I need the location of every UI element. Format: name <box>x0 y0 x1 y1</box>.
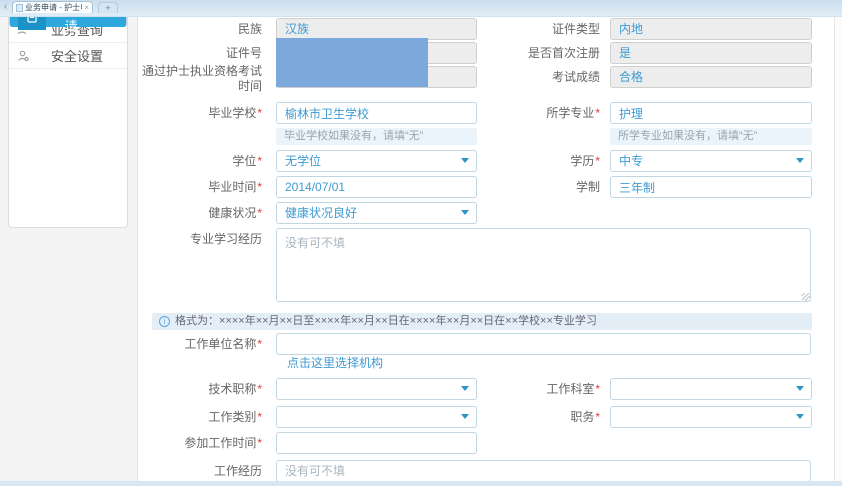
degree-select[interactable]: 无学位 <box>276 150 477 172</box>
health-label: 健康状况* <box>140 206 262 221</box>
work-unit-input[interactable] <box>276 333 811 355</box>
sidebar-item-label: 业务申请 <box>46 17 106 37</box>
health-select[interactable]: 健康状况良好 <box>276 202 477 224</box>
work-start-label: 参加工作时间* <box>140 436 262 451</box>
school-system-input[interactable] <box>610 176 812 198</box>
study-exp-label: 专业学习经历 <box>140 232 262 247</box>
work-exp-label: 工作经历 <box>140 464 262 479</box>
exam-time-label: 通过护士执业资格考试时间 <box>140 64 262 94</box>
study-exp-textarea[interactable] <box>276 228 811 302</box>
chevron-down-icon <box>796 414 804 419</box>
grad-school-hint: 毕业学校如果没有，请填“无” <box>276 128 477 145</box>
work-unit-label: 工作单位名称* <box>140 337 262 352</box>
work-exp-input[interactable] <box>276 460 811 482</box>
chevron-down-icon <box>796 386 804 391</box>
work-category-label: 工作类别* <box>140 410 262 425</box>
tab-scroll-left-icon[interactable]: ‹ <box>1 1 10 12</box>
person-icon <box>9 43 37 69</box>
education-label: 学历* <box>478 154 600 169</box>
format-tip-text: 格式为：××××年××月××日至××××年××月××日在××××年××月××日在… <box>175 313 597 330</box>
major-label: 所学专业* <box>478 106 600 121</box>
exam-result-label: 考试成绩 <box>478 70 600 85</box>
info-icon: i <box>159 316 170 327</box>
grad-date-label: 毕业时间* <box>140 180 262 195</box>
grad-school-label: 毕业学校* <box>140 106 262 121</box>
chevron-down-icon <box>461 210 469 215</box>
cert-no-label: 证件号 <box>140 46 262 61</box>
sidebar-item-label: 安全设置 <box>37 46 127 65</box>
major-hint: 所学专业如果没有，请填“无” <box>610 128 812 145</box>
duty-select[interactable] <box>610 406 812 428</box>
nationality-field: 汉族 <box>276 18 477 40</box>
left-rail: 业务申请 业务查询 安全设置 <box>0 17 138 486</box>
degree-label: 学位* <box>140 154 262 169</box>
first-reg-label: 是否首次注册 <box>478 46 600 61</box>
duty-label: 职务* <box>478 410 600 425</box>
form-icon <box>18 17 46 30</box>
chevron-down-icon <box>461 386 469 391</box>
new-tab-button[interactable]: + <box>98 2 118 13</box>
grad-school-input[interactable] <box>276 102 477 124</box>
nationality-label: 民族 <box>140 22 262 37</box>
format-tip-bar: i 格式为：××××年××月××日至××××年××月××日在××××年××月××… <box>152 313 812 330</box>
school-system-label: 学制 <box>478 180 600 195</box>
first-reg-field: 是 <box>610 42 812 64</box>
choose-org-link[interactable]: 点击这里选择机构 <box>287 354 383 371</box>
sidebar: 业务申请 业务查询 安全设置 <box>8 17 128 228</box>
cert-type-field: 内地 <box>610 18 812 40</box>
work-dept-label: 工作科室* <box>478 382 600 397</box>
education-select[interactable]: 中专 <box>610 150 812 172</box>
tab-favicon <box>16 4 23 12</box>
sidebar-item-security-settings[interactable]: 安全设置 <box>9 43 127 69</box>
work-start-input[interactable] <box>276 432 477 454</box>
tab-close-icon[interactable]: × <box>84 4 89 12</box>
vertical-scrollbar[interactable] <box>834 17 842 486</box>
work-dept-select[interactable] <box>610 378 812 400</box>
redaction-overlay <box>276 38 428 87</box>
bottom-edge-strip <box>0 481 842 486</box>
tech-title-select[interactable] <box>276 378 477 400</box>
exam-result-field: 合格 <box>610 66 812 88</box>
grad-date-input[interactable] <box>276 176 477 198</box>
active-tab[interactable]: 业务申请 - 护士电子化注 × <box>12 1 93 13</box>
browser-tab-bar: ‹ 业务申请 - 护士电子化注 × + <box>0 0 842 17</box>
tab-title: 业务申请 - 护士电子化注 <box>25 2 82 13</box>
sidebar-item-business-apply[interactable]: 业务申请 <box>9 17 127 27</box>
tech-title-label: 技术职称* <box>140 382 262 397</box>
cert-type-label: 证件类型 <box>478 22 600 37</box>
chevron-down-icon <box>461 414 469 419</box>
chevron-down-icon <box>796 158 804 163</box>
resize-handle[interactable] <box>802 293 810 301</box>
work-category-select[interactable] <box>276 406 477 428</box>
major-input[interactable] <box>610 102 812 124</box>
chevron-down-icon <box>461 158 469 163</box>
